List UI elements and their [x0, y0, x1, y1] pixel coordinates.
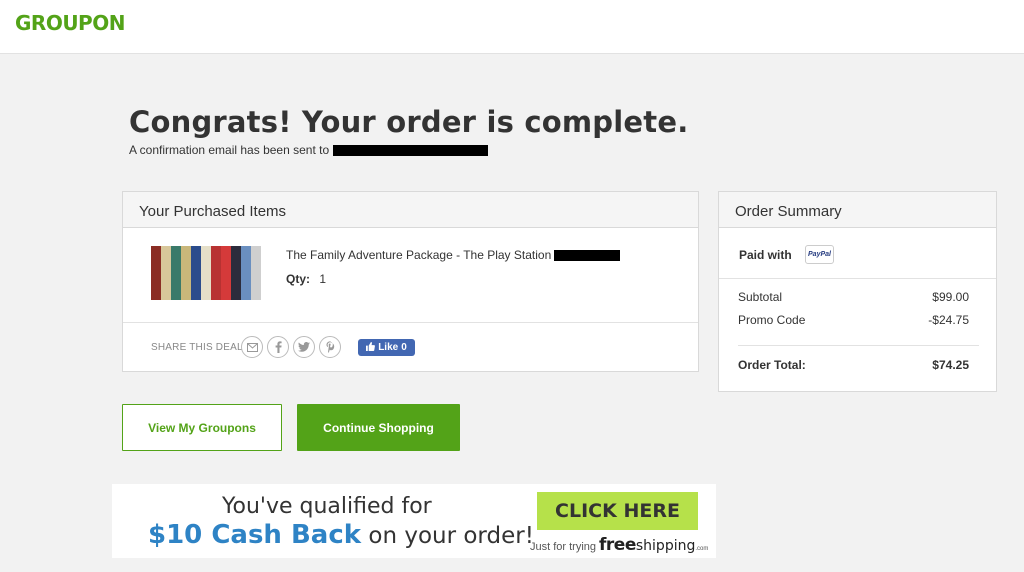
confirmation-message: A confirmation email has been sent to: [129, 143, 489, 157]
share-row: SHARE THIS DEAL Like 0: [123, 323, 698, 371]
banner-offer: $10 Cash Back on your order!: [148, 520, 534, 550]
order-total-label: Order Total:: [738, 358, 806, 372]
deal-thumbnail[interactable]: [151, 246, 261, 300]
banner-headline: You've qualified for: [222, 494, 432, 519]
paid-with-label: Paid with: [739, 248, 792, 262]
facebook-like-button[interactable]: Like 0: [358, 339, 415, 356]
subtotal-row: Subtotal $99.00: [738, 290, 969, 304]
email-icon[interactable]: [241, 336, 263, 358]
purchased-item: The Family Adventure Package - The Play …: [123, 228, 698, 323]
order-total-value: $74.25: [932, 358, 969, 372]
freeshipping-logo-suffix: .com: [695, 546, 709, 552]
top-bar: GROUPON: [0, 0, 1024, 54]
subtotal-value: $99.00: [932, 290, 969, 304]
qty-value: 1: [319, 272, 327, 286]
view-my-groupons-button[interactable]: View My Groupons: [122, 404, 282, 451]
subtotal-label: Subtotal: [738, 290, 783, 304]
item-quantity: Qty: 1: [286, 272, 326, 286]
promo-code-label: Promo Code: [738, 313, 806, 327]
thumbs-up-icon: [366, 341, 376, 354]
purchased-items-panel: Your Purchased Items The Family Adventur…: [122, 191, 699, 372]
freeshipping-logo-bold: free: [599, 535, 636, 555]
item-title-row: The Family Adventure Package - The Play …: [286, 248, 621, 262]
click-here-button[interactable]: CLICK HERE: [537, 492, 698, 530]
promo-code-row: Promo Code -$24.75: [738, 313, 969, 327]
item-title[interactable]: The Family Adventure Package - The Play …: [286, 248, 551, 262]
banner-cash-amount: $10 Cash Back: [148, 520, 362, 550]
share-label: SHARE THIS DEAL: [151, 342, 243, 353]
page-title: Congrats! Your order is complete.: [129, 105, 689, 139]
order-summary-title: Order Summary: [719, 192, 996, 228]
cash-back-banner[interactable]: You've qualified for $10 Cash Back on yo…: [112, 484, 716, 558]
freeshipping-logo-rest: shipping: [635, 538, 696, 554]
pinterest-icon[interactable]: [319, 336, 341, 358]
facebook-icon[interactable]: [267, 336, 289, 358]
payment-method-row: Paid with PayPal: [719, 228, 996, 279]
groupon-logo[interactable]: GROUPON: [15, 11, 125, 35]
banner-offer-rest: on your order!: [368, 523, 534, 549]
like-count: 0: [401, 342, 407, 353]
summary-divider: [738, 345, 979, 346]
like-label: Like: [378, 342, 399, 353]
banner-note-prefix: Just for trying: [530, 541, 597, 553]
promo-code-value: -$24.75: [928, 313, 969, 327]
freeshipping-logo: freeshipping.com: [599, 535, 708, 555]
redacted-text: [554, 249, 621, 261]
twitter-icon[interactable]: [293, 336, 315, 358]
purchased-items-title: Your Purchased Items: [123, 192, 698, 228]
banner-note: Just for trying freeshipping.com: [530, 535, 708, 555]
redacted-email: [333, 144, 489, 156]
order-total-row: Order Total: $74.25: [738, 358, 969, 372]
confirmation-text: A confirmation email has been sent to: [129, 143, 330, 157]
order-summary-panel: Order Summary Paid with PayPal Subtotal …: [718, 191, 997, 392]
share-icons: [241, 336, 341, 358]
continue-shopping-button[interactable]: Continue Shopping: [297, 404, 460, 451]
qty-label: Qty:: [286, 272, 310, 286]
paypal-icon: PayPal: [805, 245, 834, 264]
